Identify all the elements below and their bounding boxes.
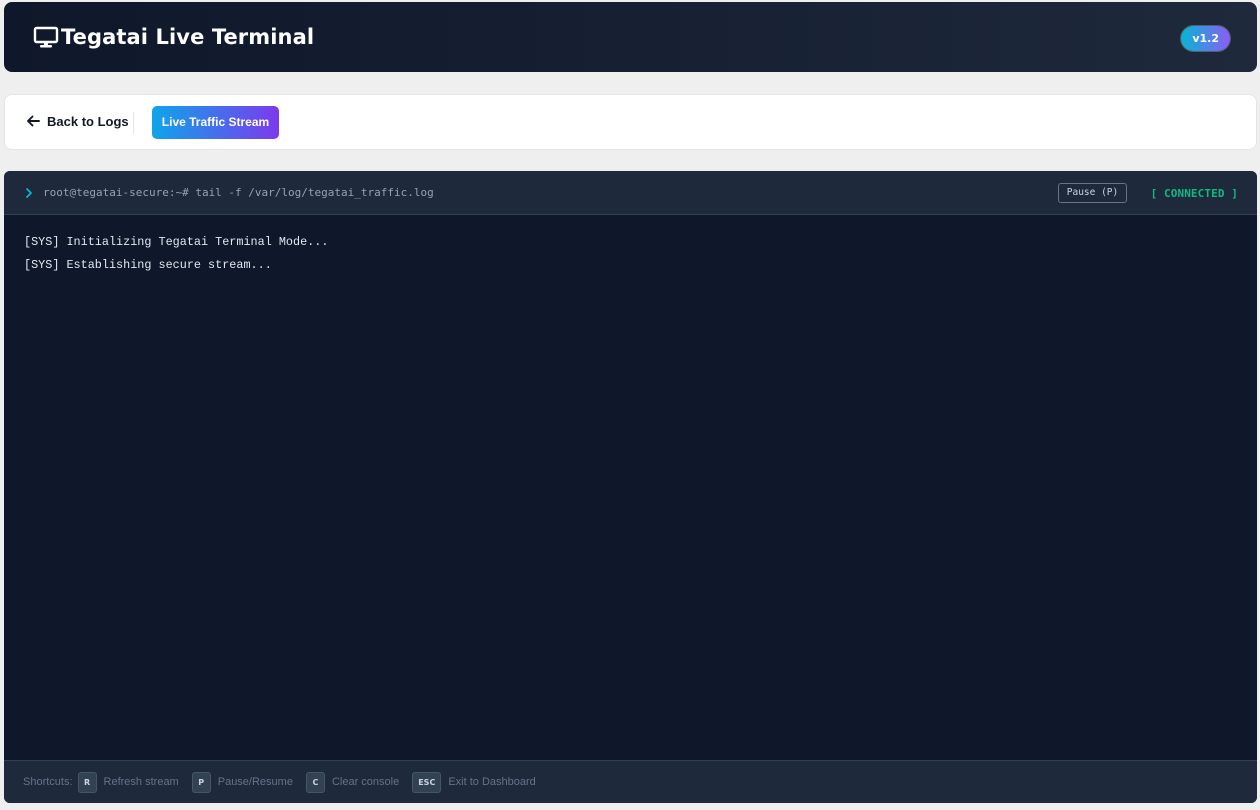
- shortcuts-bar: Shortcuts: R Refresh stream P Pause/Resu…: [4, 760, 1257, 803]
- terminal-header: root@tegatai-secure:~# tail -f /var/log/…: [4, 171, 1257, 215]
- back-label: Back to Logs: [47, 113, 129, 129]
- key-p: P: [191, 771, 211, 793]
- console-line: [SYS] Establishing secure stream...: [24, 258, 272, 272]
- pause-button[interactable]: Pause (P): [1058, 183, 1127, 203]
- chevron-right-icon: [26, 187, 32, 198]
- app-header: Tegatai Live Terminal v1.2: [4, 2, 1257, 72]
- back-to-logs-link[interactable]: Back to Logs: [25, 113, 129, 129]
- key-esc: ESC: [412, 771, 442, 793]
- shortcuts-label: Shortcuts:: [23, 776, 73, 788]
- nav-bar: Back to Logs Live Traffic Stream: [4, 94, 1257, 150]
- terminal-panel: root@tegatai-secure:~# tail -f /var/log/…: [4, 171, 1257, 803]
- connection-status: [ CONNECTED ]: [1150, 187, 1238, 200]
- app-title: Tegatai Live Terminal: [61, 25, 315, 49]
- live-traffic-stream-button[interactable]: Live Traffic Stream: [152, 106, 279, 139]
- arrow-left-icon: [27, 115, 40, 127]
- key-r: R: [77, 771, 97, 793]
- shortcut-desc-exit: Exit to Dashboard: [448, 776, 536, 788]
- shortcut-desc-refresh: Refresh stream: [103, 776, 179, 788]
- title-wrap: Tegatai Live Terminal: [33, 24, 314, 50]
- shortcut-desc-clear: Clear console: [331, 776, 400, 788]
- shortcut-desc-pause: Pause/Resume: [217, 776, 293, 788]
- console-output: [SYS] Initializing Tegatai Terminal Mode…: [24, 235, 1224, 281]
- nav-divider: [133, 112, 134, 134]
- key-c: C: [305, 771, 325, 793]
- console-line: [SYS] Initializing Tegatai Terminal Mode…: [24, 235, 329, 249]
- terminal-prompt: root@tegatai-secure:~# tail -f /var/log/…: [24, 186, 434, 199]
- monitor-icon: [33, 26, 59, 48]
- version-badge: v1.2: [1181, 26, 1230, 51]
- prompt-command: root@tegatai-secure:~# tail -f /var/log/…: [43, 186, 434, 199]
